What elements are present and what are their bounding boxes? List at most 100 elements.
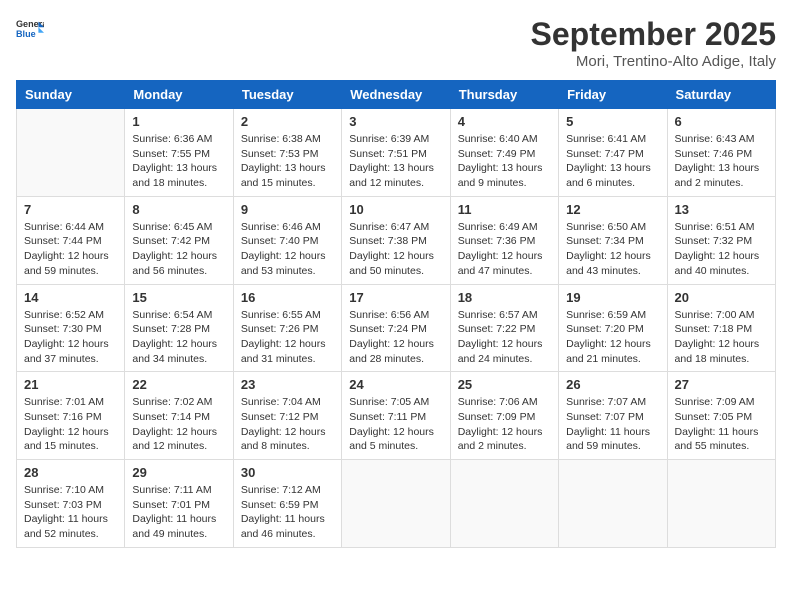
day-number: 1 [132, 114, 225, 129]
day-info: Sunrise: 6:49 AM Sunset: 7:36 PM Dayligh… [458, 220, 551, 279]
weekday-header-wednesday: Wednesday [342, 81, 450, 109]
day-number: 6 [675, 114, 768, 129]
day-number: 3 [349, 114, 442, 129]
calendar-week-row: 1 Sunrise: 6:36 AM Sunset: 7:55 PM Daylig… [17, 109, 776, 197]
day-number: 18 [458, 290, 551, 305]
day-number: 29 [132, 465, 225, 480]
calendar-cell: 6 Sunrise: 6:43 AM Sunset: 7:46 PM Daylig… [667, 109, 775, 197]
page-header: General Blue September 2025 Mori, Trenti… [16, 16, 776, 70]
logo-icon: General Blue [16, 16, 44, 44]
calendar-cell: 26 Sunrise: 7:07 AM Sunset: 7:07 PM Dayli… [559, 372, 667, 460]
calendar-cell: 10Sunrise: 6:47 AM Sunset: 7:38 PM Dayli… [342, 196, 450, 284]
day-number: 5 [566, 114, 659, 129]
calendar-cell: 27 Sunrise: 7:09 AM Sunset: 7:05 PM Dayli… [667, 372, 775, 460]
calendar-cell: 17Sunrise: 6:56 AM Sunset: 7:24 PM Dayli… [342, 284, 450, 372]
day-number: 16 [241, 290, 334, 305]
day-number: 15 [132, 290, 225, 305]
calendar-cell [342, 460, 450, 548]
calendar-cell: 16 Sunrise: 6:55 AM Sunset: 7:26 PM Dayli… [233, 284, 341, 372]
day-number: 4 [458, 114, 551, 129]
day-number: 10 [349, 202, 442, 217]
day-info: Sunrise: 7:09 AM Sunset: 7:05 PM Dayligh… [675, 395, 768, 454]
day-number: 28 [24, 465, 117, 480]
svg-text:Blue: Blue [16, 29, 36, 39]
weekday-header-sunday: Sunday [17, 81, 125, 109]
weekday-header-friday: Friday [559, 81, 667, 109]
calendar-table: SundayMondayTuesdayWednesdayThursdayFrid… [16, 80, 776, 548]
calendar-cell: 24Sunrise: 7:05 AM Sunset: 7:11 PM Dayli… [342, 372, 450, 460]
calendar-week-row: 7Sunrise: 6:44 AM Sunset: 7:44 PM Daylig… [17, 196, 776, 284]
calendar-cell: 3 Sunrise: 6:39 AM Sunset: 7:51 PM Daylig… [342, 109, 450, 197]
calendar-cell: 11 Sunrise: 6:49 AM Sunset: 7:36 PM Dayli… [450, 196, 558, 284]
calendar-cell: 2Sunrise: 6:38 AM Sunset: 7:53 PM Daylig… [233, 109, 341, 197]
calendar-cell: 21 Sunrise: 7:01 AM Sunset: 7:16 PM Dayli… [17, 372, 125, 460]
day-info: Sunrise: 6:44 AM Sunset: 7:44 PM Dayligh… [24, 220, 117, 279]
calendar-cell: 30 Sunrise: 7:12 AM Sunset: 6:59 PM Dayli… [233, 460, 341, 548]
day-info: Sunrise: 7:11 AM Sunset: 7:01 PM Dayligh… [132, 483, 225, 542]
day-info: Sunrise: 6:45 AM Sunset: 7:42 PM Dayligh… [132, 220, 225, 279]
calendar-week-row: 28Sunrise: 7:10 AM Sunset: 7:03 PM Dayli… [17, 460, 776, 548]
day-info: Sunrise: 7:05 AM Sunset: 7:11 PM Dayligh… [349, 395, 442, 454]
day-info: Sunrise: 6:57 AM Sunset: 7:22 PM Dayligh… [458, 308, 551, 367]
day-number: 14 [24, 290, 117, 305]
calendar-cell [559, 460, 667, 548]
weekday-header-row: SundayMondayTuesdayWednesdayThursdayFrid… [17, 81, 776, 109]
weekday-header-saturday: Saturday [667, 81, 775, 109]
day-info: Sunrise: 7:07 AM Sunset: 7:07 PM Dayligh… [566, 395, 659, 454]
weekday-header-tuesday: Tuesday [233, 81, 341, 109]
day-number: 22 [132, 377, 225, 392]
day-number: 21 [24, 377, 117, 392]
day-info: Sunrise: 6:52 AM Sunset: 7:30 PM Dayligh… [24, 308, 117, 367]
day-number: 19 [566, 290, 659, 305]
day-number: 26 [566, 377, 659, 392]
calendar-cell [17, 109, 125, 197]
day-number: 12 [566, 202, 659, 217]
day-number: 23 [241, 377, 334, 392]
location-title: Mori, Trentino-Alto Adige, Italy [531, 53, 776, 70]
day-number: 30 [241, 465, 334, 480]
calendar-cell: 12 Sunrise: 6:50 AM Sunset: 7:34 PM Dayli… [559, 196, 667, 284]
day-number: 8 [132, 202, 225, 217]
day-number: 20 [675, 290, 768, 305]
day-info: Sunrise: 7:00 AM Sunset: 7:18 PM Dayligh… [675, 308, 768, 367]
day-info: Sunrise: 7:02 AM Sunset: 7:14 PM Dayligh… [132, 395, 225, 454]
day-info: Sunrise: 6:40 AM Sunset: 7:49 PM Dayligh… [458, 132, 551, 191]
day-info: Sunrise: 7:01 AM Sunset: 7:16 PM Dayligh… [24, 395, 117, 454]
calendar-cell: 1 Sunrise: 6:36 AM Sunset: 7:55 PM Daylig… [125, 109, 233, 197]
day-number: 17 [349, 290, 442, 305]
month-title: September 2025 [531, 16, 776, 53]
title-area: September 2025 Mori, Trentino-Alto Adige… [531, 16, 776, 70]
day-info: Sunrise: 7:12 AM Sunset: 6:59 PM Dayligh… [241, 483, 334, 542]
calendar-cell [667, 460, 775, 548]
day-info: Sunrise: 6:50 AM Sunset: 7:34 PM Dayligh… [566, 220, 659, 279]
day-info: Sunrise: 7:06 AM Sunset: 7:09 PM Dayligh… [458, 395, 551, 454]
day-number: 27 [675, 377, 768, 392]
calendar-cell: 20 Sunrise: 7:00 AM Sunset: 7:18 PM Dayli… [667, 284, 775, 372]
day-info: Sunrise: 6:36 AM Sunset: 7:55 PM Dayligh… [132, 132, 225, 191]
calendar-cell: 7Sunrise: 6:44 AM Sunset: 7:44 PM Daylig… [17, 196, 125, 284]
day-number: 13 [675, 202, 768, 217]
calendar-cell: 18 Sunrise: 6:57 AM Sunset: 7:22 PM Dayli… [450, 284, 558, 372]
day-info: Sunrise: 6:41 AM Sunset: 7:47 PM Dayligh… [566, 132, 659, 191]
calendar-cell: 13 Sunrise: 6:51 AM Sunset: 7:32 PM Dayli… [667, 196, 775, 284]
day-info: Sunrise: 6:55 AM Sunset: 7:26 PM Dayligh… [241, 308, 334, 367]
calendar-cell: 14 Sunrise: 6:52 AM Sunset: 7:30 PM Dayli… [17, 284, 125, 372]
calendar-cell: 23Sunrise: 7:04 AM Sunset: 7:12 PM Dayli… [233, 372, 341, 460]
weekday-header-thursday: Thursday [450, 81, 558, 109]
day-info: Sunrise: 6:59 AM Sunset: 7:20 PM Dayligh… [566, 308, 659, 367]
day-number: 11 [458, 202, 551, 217]
day-info: Sunrise: 6:39 AM Sunset: 7:51 PM Dayligh… [349, 132, 442, 191]
day-info: Sunrise: 6:43 AM Sunset: 7:46 PM Dayligh… [675, 132, 768, 191]
calendar-week-row: 21 Sunrise: 7:01 AM Sunset: 7:16 PM Dayli… [17, 372, 776, 460]
logo: General Blue [16, 16, 44, 44]
day-info: Sunrise: 6:38 AM Sunset: 7:53 PM Dayligh… [241, 132, 334, 191]
calendar-cell: 8 Sunrise: 6:45 AM Sunset: 7:42 PM Daylig… [125, 196, 233, 284]
calendar-cell: 25Sunrise: 7:06 AM Sunset: 7:09 PM Dayli… [450, 372, 558, 460]
calendar-cell: 15 Sunrise: 6:54 AM Sunset: 7:28 PM Dayli… [125, 284, 233, 372]
day-number: 9 [241, 202, 334, 217]
weekday-header-monday: Monday [125, 81, 233, 109]
day-info: Sunrise: 6:54 AM Sunset: 7:28 PM Dayligh… [132, 308, 225, 367]
calendar-cell: 5 Sunrise: 6:41 AM Sunset: 7:47 PM Daylig… [559, 109, 667, 197]
day-info: Sunrise: 6:51 AM Sunset: 7:32 PM Dayligh… [675, 220, 768, 279]
calendar-week-row: 14 Sunrise: 6:52 AM Sunset: 7:30 PM Dayli… [17, 284, 776, 372]
